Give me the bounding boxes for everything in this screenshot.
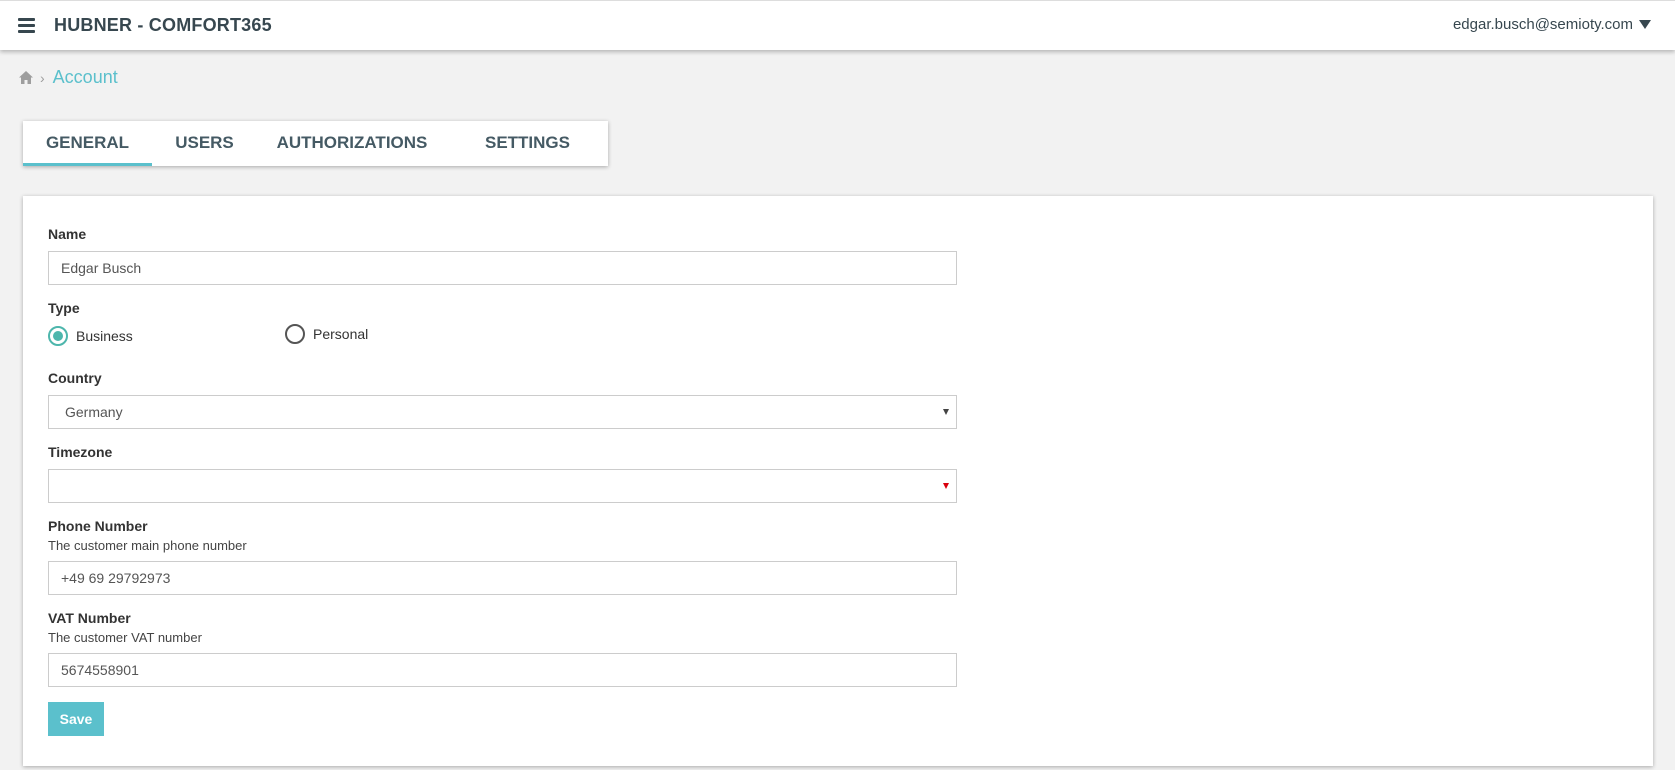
- radio-unchecked-icon: [285, 324, 305, 344]
- type-option-label: Business: [76, 328, 133, 344]
- phone-label: Phone Number: [48, 518, 148, 534]
- timezone-select[interactable]: [48, 469, 957, 503]
- type-radio-business[interactable]: Business: [48, 326, 133, 346]
- breadcrumb-separator: ›: [40, 69, 45, 86]
- radio-checked-icon: [48, 326, 68, 346]
- phone-help-text: The customer main phone number: [48, 538, 247, 553]
- tab-bar: GENERAL USERS AUTHORIZATIONS SETTINGS: [23, 121, 608, 166]
- type-label: Type: [48, 300, 80, 316]
- user-menu[interactable]: edgar.busch@semioty.com: [1453, 16, 1651, 33]
- top-bar: HUBNER - COMFORT365 edgar.busch@semioty.…: [0, 0, 1675, 50]
- tab-general[interactable]: GENERAL: [23, 121, 152, 166]
- breadcrumb-current: Account: [52, 67, 118, 87]
- tab-settings[interactable]: SETTINGS: [447, 121, 608, 166]
- caret-down-icon: [1639, 20, 1651, 29]
- phone-input[interactable]: [48, 561, 957, 595]
- dropdown-arrow-icon: [943, 409, 949, 415]
- vat-label: VAT Number: [48, 610, 131, 626]
- country-label: Country: [48, 370, 102, 386]
- hamburger-menu-icon[interactable]: [18, 18, 35, 33]
- vat-help-text: The customer VAT number: [48, 630, 202, 645]
- name-label: Name: [48, 226, 87, 242]
- breadcrumb: › Account: [19, 67, 118, 88]
- tab-users[interactable]: USERS: [152, 121, 257, 166]
- country-select[interactable]: Germany: [48, 395, 957, 429]
- type-radio-personal[interactable]: Personal: [285, 324, 368, 344]
- country-selected-value: Germany: [65, 404, 123, 420]
- account-form-card: Name Type Business Personal Country Germ…: [23, 196, 1653, 766]
- timezone-label: Timezone: [48, 444, 113, 460]
- tab-authorizations[interactable]: AUTHORIZATIONS: [257, 121, 447, 166]
- home-icon[interactable]: [19, 71, 33, 84]
- name-input[interactable]: [48, 251, 957, 285]
- dropdown-arrow-icon: [943, 483, 949, 489]
- app-title: HUBNER - COMFORT365: [54, 15, 272, 35]
- user-email: edgar.busch@semioty.com: [1452, 16, 1633, 33]
- vat-input[interactable]: [48, 653, 957, 687]
- type-option-label: Personal: [313, 326, 369, 342]
- save-button[interactable]: Save: [48, 702, 104, 736]
